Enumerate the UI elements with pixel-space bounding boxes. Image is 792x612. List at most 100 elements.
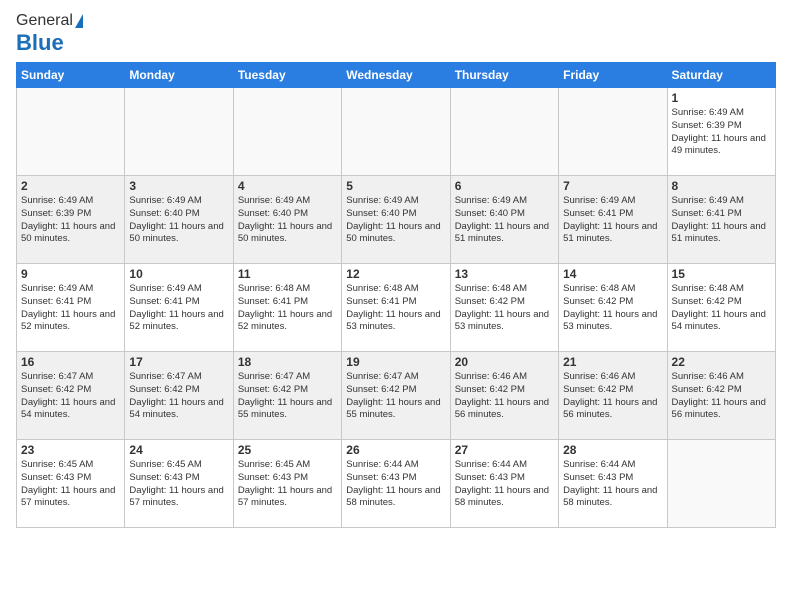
day-info: Sunrise: 6:49 AM Sunset: 6:40 PM Dayligh… [455, 195, 554, 246]
calendar-cell [125, 88, 233, 176]
logo-general-text: General [16, 12, 73, 30]
day-number: 7 [563, 179, 662, 193]
calendar-cell: 1 Sunrise: 6:49 AM Sunset: 6:39 PM Daylig… [667, 88, 775, 176]
page: General Blue SundayMondayTuesdayWednesda… [0, 0, 792, 612]
calendar-cell: 11Sunrise: 6:48 AM Sunset: 6:41 PM Dayli… [233, 264, 341, 352]
day-info: Sunrise: 6:49 AM Sunset: 6:41 PM Dayligh… [672, 195, 771, 246]
calendar-cell: 15 Sunrise: 6:48 AM Sunset: 6:42 PM Dayli… [667, 264, 775, 352]
day-info: Sunrise: 6:49 AM Sunset: 6:40 PM Dayligh… [129, 195, 228, 246]
calendar-cell: 12Sunrise: 6:48 AM Sunset: 6:41 PM Dayli… [342, 264, 450, 352]
calendar-cell: 28 Sunrise: 6:44 AM Sunset: 6:43 PM Dayli… [559, 440, 667, 528]
calendar-cell: 18Sunrise: 6:47 AM Sunset: 6:42 PM Dayli… [233, 352, 341, 440]
day-number: 9 [21, 267, 120, 281]
day-number: 17 [129, 355, 228, 369]
calendar-cell [342, 88, 450, 176]
calendar-cell [17, 88, 125, 176]
calendar-cell [233, 88, 341, 176]
day-info: Sunrise: 6:49 AM Sunset: 6:41 PM Dayligh… [129, 283, 228, 334]
day-number: 5 [346, 179, 445, 193]
day-number: 15 [672, 267, 771, 281]
calendar: SundayMondayTuesdayWednesdayThursdayFrid… [16, 62, 776, 528]
day-info: Sunrise: 6:47 AM Sunset: 6:42 PM Dayligh… [129, 371, 228, 422]
day-number: 13 [455, 267, 554, 281]
day-info: Sunrise: 6:44 AM Sunset: 6:43 PM Dayligh… [346, 459, 445, 510]
day-number: 20 [455, 355, 554, 369]
calendar-cell [559, 88, 667, 176]
day-info: Sunrise: 6:49 AM Sunset: 6:41 PM Dayligh… [21, 283, 120, 334]
day-info: Sunrise: 6:45 AM Sunset: 6:43 PM Dayligh… [21, 459, 120, 510]
day-number: 8 [672, 179, 771, 193]
calendar-header-tuesday: Tuesday [233, 63, 341, 88]
calendar-cell: 20 Sunrise: 6:46 AM Sunset: 6:42 PM Dayli… [450, 352, 558, 440]
calendar-cell: 8 Sunrise: 6:49 AM Sunset: 6:41 PM Daylig… [667, 176, 775, 264]
calendar-header-saturday: Saturday [667, 63, 775, 88]
day-number: 18 [238, 355, 337, 369]
calendar-cell: 17 Sunrise: 6:47 AM Sunset: 6:42 PM Dayli… [125, 352, 233, 440]
day-number: 14 [563, 267, 662, 281]
day-number: 10 [129, 267, 228, 281]
calendar-cell: 25Sunrise: 6:45 AM Sunset: 6:43 PM Dayli… [233, 440, 341, 528]
day-info: Sunrise: 6:48 AM Sunset: 6:42 PM Dayligh… [563, 283, 662, 334]
calendar-cell: 2 Sunrise: 6:49 AM Sunset: 6:39 PM Daylig… [17, 176, 125, 264]
day-number: 28 [563, 443, 662, 457]
calendar-header-sunday: Sunday [17, 63, 125, 88]
day-number: 1 [672, 91, 771, 105]
day-number: 11 [238, 267, 337, 281]
day-info: Sunrise: 6:45 AM Sunset: 6:43 PM Dayligh… [129, 459, 228, 510]
calendar-cell: 16 Sunrise: 6:47 AM Sunset: 6:42 PM Dayli… [17, 352, 125, 440]
calendar-cell: 19Sunrise: 6:47 AM Sunset: 6:42 PM Dayli… [342, 352, 450, 440]
calendar-cell: 21 Sunrise: 6:46 AM Sunset: 6:42 PM Dayli… [559, 352, 667, 440]
logo: General Blue [16, 12, 83, 56]
calendar-cell: 13 Sunrise: 6:48 AM Sunset: 6:42 PM Dayli… [450, 264, 558, 352]
calendar-week-row: 2 Sunrise: 6:49 AM Sunset: 6:39 PM Daylig… [17, 176, 776, 264]
calendar-cell: 5 Sunrise: 6:49 AM Sunset: 6:40 PM Daylig… [342, 176, 450, 264]
calendar-header-wednesday: Wednesday [342, 63, 450, 88]
logo-triangle-icon [75, 14, 83, 28]
day-info: Sunrise: 6:44 AM Sunset: 6:43 PM Dayligh… [563, 459, 662, 510]
calendar-header-friday: Friday [559, 63, 667, 88]
day-info: Sunrise: 6:48 AM Sunset: 6:42 PM Dayligh… [672, 283, 771, 334]
day-info: Sunrise: 6:49 AM Sunset: 6:41 PM Dayligh… [563, 195, 662, 246]
day-number: 16 [21, 355, 120, 369]
day-number: 3 [129, 179, 228, 193]
day-number: 21 [563, 355, 662, 369]
day-number: 26 [346, 443, 445, 457]
header: General Blue [16, 12, 776, 56]
calendar-week-row: 9 Sunrise: 6:49 AM Sunset: 6:41 PM Daylig… [17, 264, 776, 352]
calendar-cell: 26 Sunrise: 6:44 AM Sunset: 6:43 PM Dayli… [342, 440, 450, 528]
day-info: Sunrise: 6:44 AM Sunset: 6:43 PM Dayligh… [455, 459, 554, 510]
calendar-cell: 10 Sunrise: 6:49 AM Sunset: 6:41 PM Dayli… [125, 264, 233, 352]
day-info: Sunrise: 6:46 AM Sunset: 6:42 PM Dayligh… [563, 371, 662, 422]
calendar-cell: 6 Sunrise: 6:49 AM Sunset: 6:40 PM Daylig… [450, 176, 558, 264]
calendar-header-row: SundayMondayTuesdayWednesdayThursdayFrid… [17, 63, 776, 88]
day-info: Sunrise: 6:48 AM Sunset: 6:42 PM Dayligh… [455, 283, 554, 334]
day-info: Sunrise: 6:49 AM Sunset: 6:40 PM Dayligh… [238, 195, 337, 246]
calendar-cell: 3 Sunrise: 6:49 AM Sunset: 6:40 PM Daylig… [125, 176, 233, 264]
calendar-week-row: 1 Sunrise: 6:49 AM Sunset: 6:39 PM Daylig… [17, 88, 776, 176]
logo-blue-text: Blue [16, 30, 64, 56]
calendar-cell: 24 Sunrise: 6:45 AM Sunset: 6:43 PM Dayli… [125, 440, 233, 528]
day-number: 25 [238, 443, 337, 457]
day-number: 4 [238, 179, 337, 193]
day-info: Sunrise: 6:47 AM Sunset: 6:42 PM Dayligh… [346, 371, 445, 422]
calendar-cell [450, 88, 558, 176]
calendar-cell: 23Sunrise: 6:45 AM Sunset: 6:43 PM Dayli… [17, 440, 125, 528]
calendar-cell: 27 Sunrise: 6:44 AM Sunset: 6:43 PM Dayli… [450, 440, 558, 528]
calendar-week-row: 16 Sunrise: 6:47 AM Sunset: 6:42 PM Dayli… [17, 352, 776, 440]
day-info: Sunrise: 6:46 AM Sunset: 6:42 PM Dayligh… [455, 371, 554, 422]
day-info: Sunrise: 6:49 AM Sunset: 6:40 PM Dayligh… [346, 195, 445, 246]
day-number: 6 [455, 179, 554, 193]
day-number: 27 [455, 443, 554, 457]
calendar-cell: 4 Sunrise: 6:49 AM Sunset: 6:40 PM Daylig… [233, 176, 341, 264]
day-number: 2 [21, 179, 120, 193]
day-info: Sunrise: 6:46 AM Sunset: 6:42 PM Dayligh… [672, 371, 771, 422]
day-info: Sunrise: 6:47 AM Sunset: 6:42 PM Dayligh… [21, 371, 120, 422]
day-info: Sunrise: 6:49 AM Sunset: 6:39 PM Dayligh… [672, 107, 771, 158]
calendar-header-thursday: Thursday [450, 63, 558, 88]
day-info: Sunrise: 6:49 AM Sunset: 6:39 PM Dayligh… [21, 195, 120, 246]
day-number: 24 [129, 443, 228, 457]
day-number: 12 [346, 267, 445, 281]
calendar-cell: 14 Sunrise: 6:48 AM Sunset: 6:42 PM Dayli… [559, 264, 667, 352]
calendar-cell: 7 Sunrise: 6:49 AM Sunset: 6:41 PM Daylig… [559, 176, 667, 264]
calendar-cell [667, 440, 775, 528]
